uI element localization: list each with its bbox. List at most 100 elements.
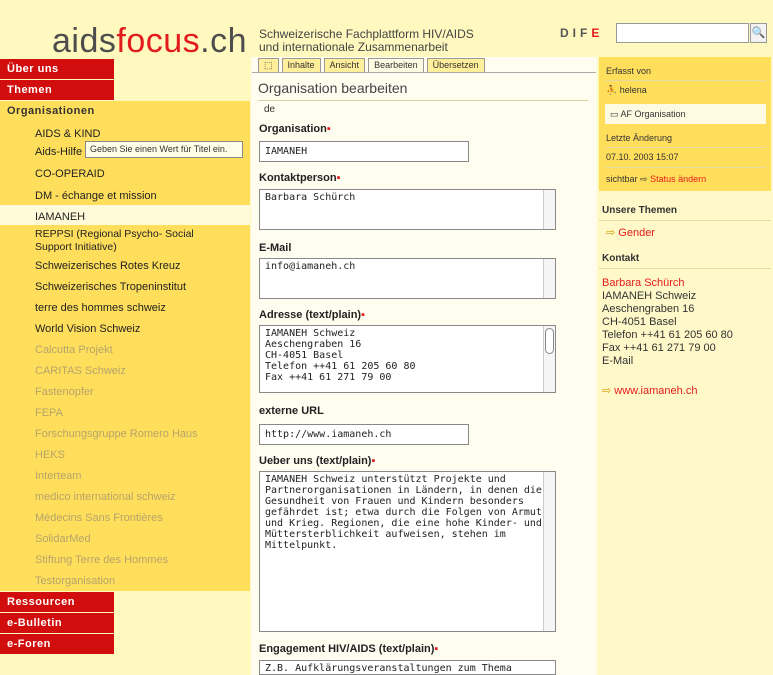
organisation-label: Organisation▪: [259, 123, 331, 135]
nav-ressourcen[interactable]: Ressourcen: [0, 592, 114, 612]
arrow-icon: ⇨: [606, 227, 616, 239]
logo-part-focus: focus: [116, 22, 201, 60]
address-field[interactable]: IAMANEH Schweiz Aeschengraben 16 CH-4051…: [259, 325, 556, 393]
folder-link[interactable]: ▭ AF Organisation: [610, 109, 686, 120]
contact-heading: Kontakt: [602, 253, 640, 264]
org-item[interactable]: AIDS & KIND: [35, 128, 225, 141]
logo-part-aids: aids: [52, 22, 117, 60]
tab-ansicht[interactable]: Ansicht: [323, 58, 366, 72]
tagline-line-2: und internationale Zusammenarbeit: [259, 40, 448, 54]
contact-email-link[interactable]: E-Mail: [602, 355, 733, 368]
org-item[interactable]: Schweizerisches Tropeninstitut: [35, 281, 225, 294]
org-item[interactable]: World Vision Schweiz: [35, 323, 225, 336]
engagement-field[interactable]: Z.B. Aufklärungsveranstaltungen zum Them…: [259, 660, 556, 675]
title-divider: [258, 100, 588, 101]
website-link[interactable]: ⇨ www.iamaneh.ch: [602, 385, 697, 398]
org-item[interactable]: SolidarMed: [35, 533, 225, 546]
required-marker: ▪: [336, 172, 341, 184]
tab-uebersetzen[interactable]: Übersetzen: [426, 58, 485, 72]
org-item[interactable]: FEPA: [35, 407, 225, 420]
org-item[interactable]: Fastenopfer: [35, 386, 225, 399]
lang-i[interactable]: I: [573, 26, 580, 40]
form-language: de: [264, 104, 276, 115]
user-icon: ⛹: [606, 85, 618, 95]
contact-line: IAMANEH Schweiz: [602, 290, 697, 302]
created-by-label: Erfasst von: [606, 66, 652, 76]
divider: [605, 80, 766, 81]
arrow-icon: ⇨: [602, 385, 612, 397]
edit-tabs: ⬚ Inhalte Ansicht Bearbeiten Übersetzen: [258, 58, 488, 72]
org-item[interactable]: terre des hommes schweiz: [35, 302, 225, 315]
search-icon[interactable]: 🔍: [750, 23, 767, 43]
org-item[interactable]: Calcutta Projekt: [35, 344, 225, 357]
email-field[interactable]: info@iamaneh.ch: [259, 258, 556, 299]
lang-d[interactable]: D: [560, 26, 573, 40]
org-item[interactable]: REPPSI (Regional Psycho- Social Support …: [35, 228, 225, 254]
address-field-value: IAMANEH Schweiz Aeschengraben 16 CH-4051…: [265, 328, 416, 383]
required-marker: ▪: [434, 643, 439, 655]
contact-scrollbar[interactable]: [543, 190, 555, 229]
url-field[interactable]: http://www.iamaneh.ch: [259, 424, 469, 445]
organisation-field[interactable]: IAMANEH: [259, 141, 469, 162]
nav-themen[interactable]: Themen: [0, 80, 114, 100]
created-by-user-name: helena: [619, 85, 647, 95]
org-item[interactable]: HEKS: [35, 449, 225, 462]
org-item[interactable]: Médecins Sans Frontières: [35, 512, 225, 525]
email-scrollbar[interactable]: [543, 259, 555, 298]
tab-icon[interactable]: ⬚: [258, 58, 279, 72]
org-item[interactable]: Interteam: [35, 470, 225, 483]
created-by-user[interactable]: ⛹ helena: [606, 85, 647, 96]
org-item[interactable]: DM - échange et mission: [35, 190, 225, 203]
url-label: externe URL: [259, 405, 324, 417]
org-item[interactable]: Schweizerisches Rotes Kreuz: [35, 260, 225, 273]
tab-divider: [252, 72, 596, 73]
required-marker: ▪: [371, 455, 376, 467]
contact-line: Aeschengraben 16: [602, 303, 695, 315]
page-title: Organisation bearbeiten: [258, 80, 408, 96]
contact-line: CH-4051 Basel: [602, 316, 677, 328]
org-item[interactable]: CO-OPERAID: [35, 168, 225, 181]
divider: [599, 268, 771, 269]
contact-details: IAMANEH Schweiz Aeschengraben 16 CH-4051…: [602, 290, 733, 368]
org-item[interactable]: medico international schweiz: [35, 491, 225, 504]
about-label-text: Ueber uns (text/plain): [259, 455, 372, 467]
folder-label: AF Organisation: [620, 109, 686, 119]
about-field[interactable]: IAMANEH Schweiz unterstützt Projekte und…: [259, 471, 556, 632]
theme-gender-label: Gender: [618, 227, 655, 239]
email-field-value: info@iamaneh.ch: [265, 261, 356, 272]
tab-inhalte[interactable]: Inhalte: [281, 58, 321, 72]
contact-line: Telefon ++41 61 205 60 80: [602, 329, 733, 341]
nav-organisationen[interactable]: Organisationen: [0, 101, 250, 121]
status-change-link[interactable]: Status ändern: [650, 174, 706, 184]
nav-e-bulletin[interactable]: e-Bulletin: [0, 613, 114, 633]
about-label: Ueber uns (text/plain)▪: [259, 455, 375, 467]
lang-e[interactable]: E: [591, 26, 603, 40]
metadata-box: [599, 57, 771, 191]
address-scroll-thumb[interactable]: [545, 328, 554, 354]
org-item[interactable]: IAMANEH: [35, 211, 225, 224]
org-item[interactable]: CARITAS Schweiz: [35, 365, 225, 378]
divider: [605, 147, 766, 148]
search-input[interactable]: [616, 23, 749, 43]
divider: [599, 220, 771, 221]
organisation-label-text: Organisation: [259, 123, 327, 135]
about-scrollbar[interactable]: [543, 472, 555, 631]
themes-heading: Unsere Themen: [602, 205, 678, 216]
email-label: E-Mail: [259, 242, 292, 254]
lang-f[interactable]: F: [580, 26, 591, 40]
logo-part-ch: .ch: [200, 22, 247, 60]
tab-bearbeiten[interactable]: Bearbeiten: [368, 58, 424, 72]
org-item[interactable]: Stiftung Terre des Hommes: [35, 554, 225, 567]
contact-name: Barbara Schürch: [602, 277, 685, 289]
nav-e-foren[interactable]: e-Foren: [0, 634, 114, 654]
required-marker: ▪: [326, 123, 331, 135]
org-item[interactable]: Testorganisation: [35, 575, 225, 588]
contact-field-value: Barbara Schürch: [265, 192, 356, 203]
nav-ueber-uns[interactable]: Über uns: [0, 59, 114, 79]
site-logo[interactable]: aidsfocus.ch: [52, 22, 247, 61]
org-item[interactable]: Forschungsgruppe Romero Haus: [35, 428, 225, 441]
address-scrollbar[interactable]: [543, 326, 555, 392]
divider: [605, 167, 766, 168]
theme-gender-link[interactable]: ⇨ Gender: [606, 227, 655, 240]
contact-field[interactable]: Barbara Schürch: [259, 189, 556, 230]
